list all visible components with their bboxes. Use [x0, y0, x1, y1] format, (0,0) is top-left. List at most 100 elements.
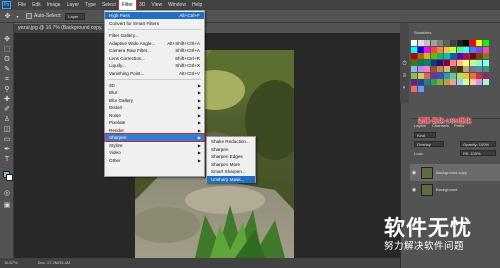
screen-mode-icon[interactable]: ▣: [2, 201, 12, 210]
swatch[interactable]: [411, 72, 417, 79]
swatch[interactable]: [411, 53, 417, 59]
layer-row[interactable]: ◉ Background copy: [410, 164, 500, 181]
swatch[interactable]: [450, 46, 456, 53]
fill-field[interactable]: Fill: 100%: [460, 150, 496, 156]
swatch[interactable]: [443, 53, 450, 59]
swatch[interactable]: [463, 72, 469, 79]
crop-tool-icon[interactable]: ⌗: [2, 75, 12, 84]
marquee-tool-icon[interactable]: ⬚: [2, 45, 12, 54]
menu-item-convert-for-smart-filters[interactable]: Convert for Smart Filters: [105, 20, 204, 27]
menu-item-stylize[interactable]: Stylize ▶: [105, 142, 204, 149]
swatch[interactable]: [443, 40, 450, 46]
menu-item-camera-raw-filter[interactable]: Camera Raw Filter... Shift+Ctrl+A: [105, 47, 204, 54]
swatch[interactable]: [424, 79, 430, 85]
menu-view[interactable]: View: [148, 0, 165, 10]
menu-item-pixelate[interactable]: Pixelate ▶: [105, 119, 204, 126]
swatch[interactable]: [476, 79, 482, 85]
menu-image[interactable]: Image: [44, 0, 64, 10]
menu-edit[interactable]: Edit: [29, 0, 44, 10]
quick-select-tool-icon[interactable]: ✎: [2, 65, 12, 74]
swatch[interactable]: [424, 53, 430, 59]
swatch[interactable]: [450, 59, 456, 66]
swatch[interactable]: [482, 66, 489, 72]
swatch[interactable]: [450, 72, 456, 79]
swatch[interactable]: [417, 79, 424, 85]
swatch[interactable]: [469, 40, 476, 46]
blend-mode-select[interactable]: Overlay: [414, 141, 444, 147]
clone-stamp-icon[interactable]: ♙: [2, 115, 12, 124]
menu-item-3d[interactable]: 3D ▶: [105, 82, 204, 89]
menu-item-sharpen-more[interactable]: Sharpen More: [207, 161, 255, 168]
menu-item-blur[interactable]: Blur ▶: [105, 89, 204, 96]
eye-icon[interactable]: ◉: [410, 170, 418, 176]
swatch[interactable]: [450, 53, 456, 59]
eyedropper-tool-icon[interactable]: ⚲: [2, 85, 12, 94]
menu-item-smart-sharpen[interactable]: Smart Sharpen...: [207, 168, 255, 175]
menu-item-high-pass[interactable]: High Pass Alt+Ctrl+F: [105, 12, 204, 19]
menu-help[interactable]: Help: [189, 0, 205, 10]
swatch[interactable]: [424, 59, 430, 66]
swatch[interactable]: [437, 59, 443, 66]
swatch[interactable]: [411, 66, 417, 72]
opacity-field[interactable]: Opacity: 100%: [460, 141, 496, 147]
swatch[interactable]: [417, 59, 424, 66]
auto-select-checkbox[interactable]: [26, 13, 32, 19]
swatch[interactable]: [417, 53, 424, 59]
history-icon[interactable]: ⏱: [401, 61, 408, 68]
swatch[interactable]: [456, 79, 463, 85]
swatch[interactable]: [469, 46, 476, 53]
menu-item-filter-gallery[interactable]: Filter Gallery...: [105, 32, 204, 39]
swatch[interactable]: [450, 79, 456, 85]
swatch[interactable]: [476, 40, 482, 46]
swatch[interactable]: [437, 66, 443, 72]
swatch[interactable]: [430, 46, 437, 53]
menu-item-render[interactable]: Render ▶: [105, 127, 204, 134]
swatch[interactable]: [430, 40, 437, 46]
zoom-level[interactable]: 16.67%: [4, 258, 18, 268]
swatch[interactable]: [424, 66, 430, 72]
tab-swatches[interactable]: Swatches: [414, 30, 431, 35]
swatch[interactable]: [456, 66, 463, 72]
kind-filter-select[interactable]: Kind: [414, 132, 436, 138]
swatch[interactable]: [469, 59, 476, 66]
swatch[interactable]: [469, 53, 476, 59]
menu-item-liquify[interactable]: Liquify... Shift+Ctrl+X: [105, 62, 204, 69]
gradient-tool-icon[interactable]: ▭: [2, 135, 12, 144]
swatch[interactable]: [411, 79, 417, 85]
move-tool-icon[interactable]: ✥: [3, 12, 12, 21]
quick-mask-icon[interactable]: ◎: [2, 189, 12, 198]
menu-item-other[interactable]: Other ▶: [105, 157, 204, 164]
swatch[interactable]: [437, 53, 443, 59]
swatch[interactable]: [463, 40, 469, 46]
auto-select-dropdown[interactable]: Layer: [65, 12, 86, 20]
swatch[interactable]: [463, 46, 469, 53]
swatch[interactable]: [469, 72, 476, 79]
swatch[interactable]: [430, 79, 437, 85]
swatch[interactable]: [411, 46, 417, 53]
chevron-down-icon[interactable]: ▾: [15, 12, 20, 21]
swatch[interactable]: [476, 72, 482, 79]
swatch[interactable]: [469, 79, 476, 85]
menu-item-sharpen[interactable]: Sharpen: [207, 146, 255, 153]
background-color[interactable]: [6, 174, 13, 181]
swatch[interactable]: [450, 40, 456, 46]
menu-item-shake-reduction[interactable]: Shake Reduction...: [207, 138, 255, 145]
swatch[interactable]: [443, 72, 450, 79]
menu-filter[interactable]: Filter: [117, 0, 137, 11]
swatch[interactable]: [424, 40, 430, 46]
swatch[interactable]: [482, 79, 489, 85]
swatch[interactable]: [430, 72, 437, 79]
menu-file[interactable]: File: [15, 0, 29, 10]
menu-item-noise[interactable]: Noise ▶: [105, 112, 204, 119]
lasso-tool-icon[interactable]: ʘ: [2, 55, 12, 64]
move-tool-icon[interactable]: ✥: [2, 35, 12, 44]
swatch[interactable]: [476, 66, 482, 72]
menu-type[interactable]: Type: [82, 0, 99, 10]
swatch[interactable]: [437, 79, 443, 85]
layer-row[interactable]: ◉ Background: [410, 181, 500, 198]
swatch[interactable]: [424, 72, 430, 79]
swatch[interactable]: [463, 53, 469, 59]
swatch[interactable]: [476, 53, 482, 59]
swatch[interactable]: [456, 72, 463, 79]
type-tool-icon[interactable]: T: [2, 155, 12, 164]
